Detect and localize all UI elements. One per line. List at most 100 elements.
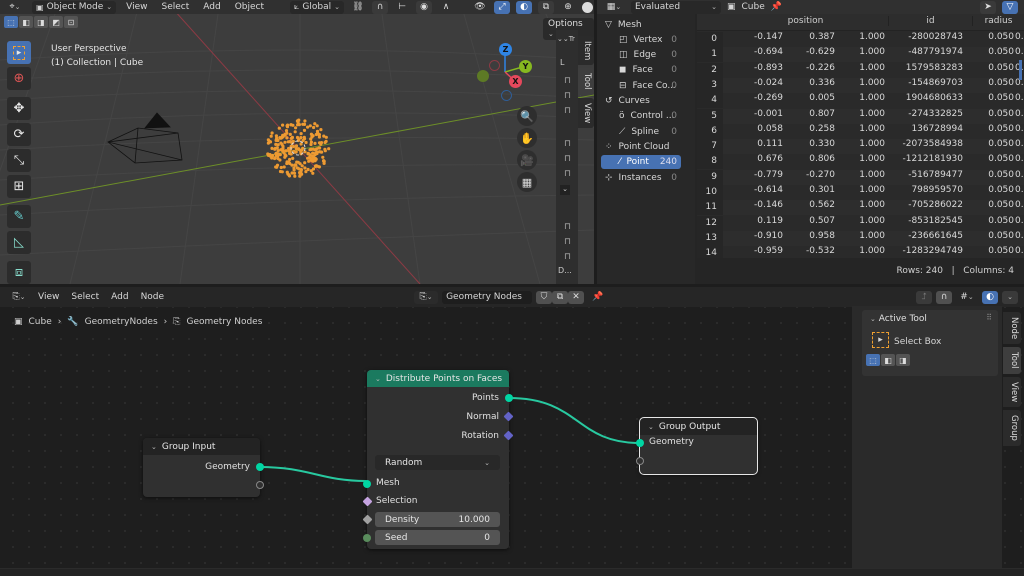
select-subtract-icon[interactable]: ◨	[34, 16, 48, 28]
tree-item-instances[interactable]: ⊹ Instances 0	[597, 170, 695, 185]
3d-viewport[interactable]: ⌖ ⌄ ▣ Object Mode ⌄ View Select Add Object …	[0, 0, 594, 284]
tree-item-curves[interactable]: ↺ Curves	[597, 94, 695, 109]
tab-view[interactable]: View	[1003, 376, 1021, 407]
density-field[interactable]: Density 10.000	[375, 512, 500, 527]
distribute-points-header[interactable]: ⌄ Distribute Points on Faces	[367, 370, 509, 387]
pin-icon[interactable]: 📌	[771, 2, 782, 12]
visibility-icon[interactable]: 👁	[472, 1, 488, 14]
select-extend-icon[interactable]: ◧	[19, 16, 33, 28]
tree-item-mesh[interactable]: ▽ Mesh	[597, 17, 695, 32]
overlay-toggle-icon[interactable]: ◐	[516, 0, 533, 14]
tab-node[interactable]: Node	[1003, 312, 1021, 345]
gizmo-z-axis[interactable]: Z	[499, 43, 512, 56]
zoom-view-icon[interactable]: 🔍	[517, 106, 537, 126]
column-header-position[interactable]: position	[723, 16, 888, 26]
menu-view[interactable]: View	[122, 2, 151, 12]
transform-orientation-dropdown[interactable]: ⟀ Global ⌄	[290, 0, 345, 14]
tree-item-control[interactable]: ö Control ... 0	[597, 109, 695, 124]
tab-group[interactable]: Group	[1003, 409, 1021, 446]
distribution-method-dropdown[interactable]: Random ⌄	[375, 455, 500, 470]
gizmo-neg-z[interactable]	[501, 90, 512, 101]
proportional-edit-icon[interactable]: ◉	[416, 0, 433, 14]
select-extend-icon[interactable]: ◧	[881, 354, 895, 366]
snap-target-icon[interactable]: ⊢	[394, 1, 410, 14]
spreadsheet-scrollbar[interactable]	[1019, 60, 1022, 80]
collapse-icon[interactable]: ⌄	[151, 443, 157, 451]
menu-object[interactable]: Object	[231, 2, 268, 12]
collapse-icon[interactable]: ⌄	[375, 375, 381, 383]
move-tool-icon[interactable]: ✥	[7, 97, 31, 120]
lock-icons-rotation[interactable]: ⊓ ⊓ ⊓	[564, 137, 571, 182]
rotate-tool-icon[interactable]: ⟳	[7, 123, 31, 146]
selected-only-icon[interactable]: ➤	[980, 0, 996, 14]
gizmo-x-axis[interactable]: X	[509, 75, 522, 88]
lock-icons-location[interactable]: ⊓ ⊓ ⊓	[564, 74, 571, 119]
group-input-node[interactable]: ⌄ Group Input Geometry	[143, 438, 264, 497]
spreadsheet-table[interactable]: position id radius 0 -0.147 0.387 1.000 -280…	[697, 14, 1024, 258]
column-header-radius[interactable]: radius	[972, 16, 1024, 26]
snap-icon[interactable]: ∩	[372, 0, 389, 14]
select-new-icon[interactable]: ⬚	[4, 16, 18, 28]
tree-item-vertex[interactable]: ◰ Vertex 0	[597, 32, 695, 47]
geometry-output-socket[interactable]	[256, 463, 264, 471]
node-editor[interactable]: ⎘ ⌄ View Select Add Node ⎘ ⌄ Geometry Node…	[0, 287, 1024, 576]
spreadsheet-editor-type-icon[interactable]: ▦ ⌄	[603, 1, 625, 14]
menu-add[interactable]: Add	[199, 2, 224, 12]
select-box-tool-icon[interactable]: ▸	[7, 41, 31, 64]
pivot-icon[interactable]: ⛓	[350, 1, 366, 14]
gizmo-neg-y[interactable]	[477, 70, 489, 82]
gizmo-y-axis[interactable]: Y	[519, 60, 532, 73]
tree-item-edge[interactable]: ◫ Edge 0	[597, 48, 695, 63]
lock-icons-scale[interactable]: ⊓ ⊓ ⊓	[564, 220, 571, 265]
tab-view[interactable]: View	[578, 97, 594, 129]
cursor-tool-icon[interactable]: ⊕	[7, 67, 31, 90]
pan-view-icon[interactable]: ✋	[517, 128, 537, 148]
empty-input-socket[interactable]	[636, 457, 644, 465]
ortho-toggle-icon[interactable]: ▦	[517, 172, 537, 192]
tree-item-face-co[interactable]: ⊟ Face Co... 0	[597, 78, 695, 93]
menu-select[interactable]: Select	[158, 2, 194, 12]
select-invert-icon[interactable]: ◩	[49, 16, 63, 28]
evaluation-dropdown[interactable]: Evaluated ⌄	[631, 0, 721, 14]
transform-tool-icon[interactable]: ⊞	[7, 175, 31, 198]
group-output-node[interactable]: ⌄ Group Output Geometry	[636, 417, 758, 475]
tab-tool[interactable]: Tool	[1003, 347, 1021, 374]
drag-handle-icon[interactable]: ⠿	[986, 313, 992, 322]
gizmo-toggle-icon[interactable]: ⤢	[494, 0, 511, 14]
collapse-icon[interactable]: ⌄	[648, 423, 654, 431]
select-intersect-icon[interactable]: ⊡	[64, 16, 78, 28]
empty-output-socket[interactable]	[256, 481, 264, 489]
select-new-icon[interactable]: ⬚	[866, 354, 880, 366]
wireframe-shading-icon[interactable]: ⊕	[560, 1, 576, 14]
column-header-id[interactable]: id	[888, 16, 972, 26]
solid-shading-icon[interactable]	[582, 1, 594, 13]
tree-item-point[interactable]: ⁄ Point 240	[597, 155, 695, 170]
camera-view-icon[interactable]: 🎥	[517, 150, 537, 170]
tree-item-spline[interactable]: ⟋ Spline 0	[597, 124, 695, 139]
mode-dropdown[interactable]: ▣ Object Mode ⌄	[32, 0, 117, 14]
scale-tool-icon[interactable]: ⤡	[7, 149, 31, 172]
group-input-header[interactable]: ⌄ Group Input	[143, 438, 260, 455]
group-output-header[interactable]: ⌄ Group Output	[640, 418, 757, 435]
seed-field[interactable]: Seed 0	[375, 530, 500, 545]
distribute-points-node[interactable]: ⌄ Distribute Points on Faces Points Norma…	[362, 370, 514, 549]
annotate-tool-icon[interactable]: ✎	[7, 205, 31, 228]
select-subtract-icon[interactable]: ◨	[896, 354, 910, 366]
geometry-input-socket[interactable]	[636, 439, 644, 447]
xray-icon[interactable]: ⧉	[538, 0, 555, 14]
measure-tool-icon[interactable]: ◺	[7, 231, 31, 254]
mesh-input-socket[interactable]	[363, 480, 371, 488]
tab-item[interactable]: Item	[578, 36, 594, 66]
active-tool-panel-header[interactable]: ⌄ Active Tool	[870, 314, 927, 324]
filter-icon[interactable]: ▽	[1002, 0, 1018, 14]
add-cube-tool-icon[interactable]: ⧈	[7, 261, 31, 284]
tab-tool[interactable]: Tool	[578, 68, 594, 95]
rotation-mode-dropdown[interactable]: ⌄	[560, 185, 570, 195]
points-output-socket[interactable]	[505, 394, 513, 402]
editor-type-icon[interactable]: ⌖ ⌄	[4, 1, 26, 14]
gizmo-neg-x[interactable]	[489, 60, 500, 71]
tree-item-face[interactable]: ◼ Face 0	[597, 63, 695, 78]
falloff-icon[interactable]: ∧	[438, 1, 454, 14]
tree-item-point-cloud[interactable]: ⁘ Point Cloud	[597, 139, 695, 154]
seed-input-socket[interactable]	[363, 534, 371, 542]
